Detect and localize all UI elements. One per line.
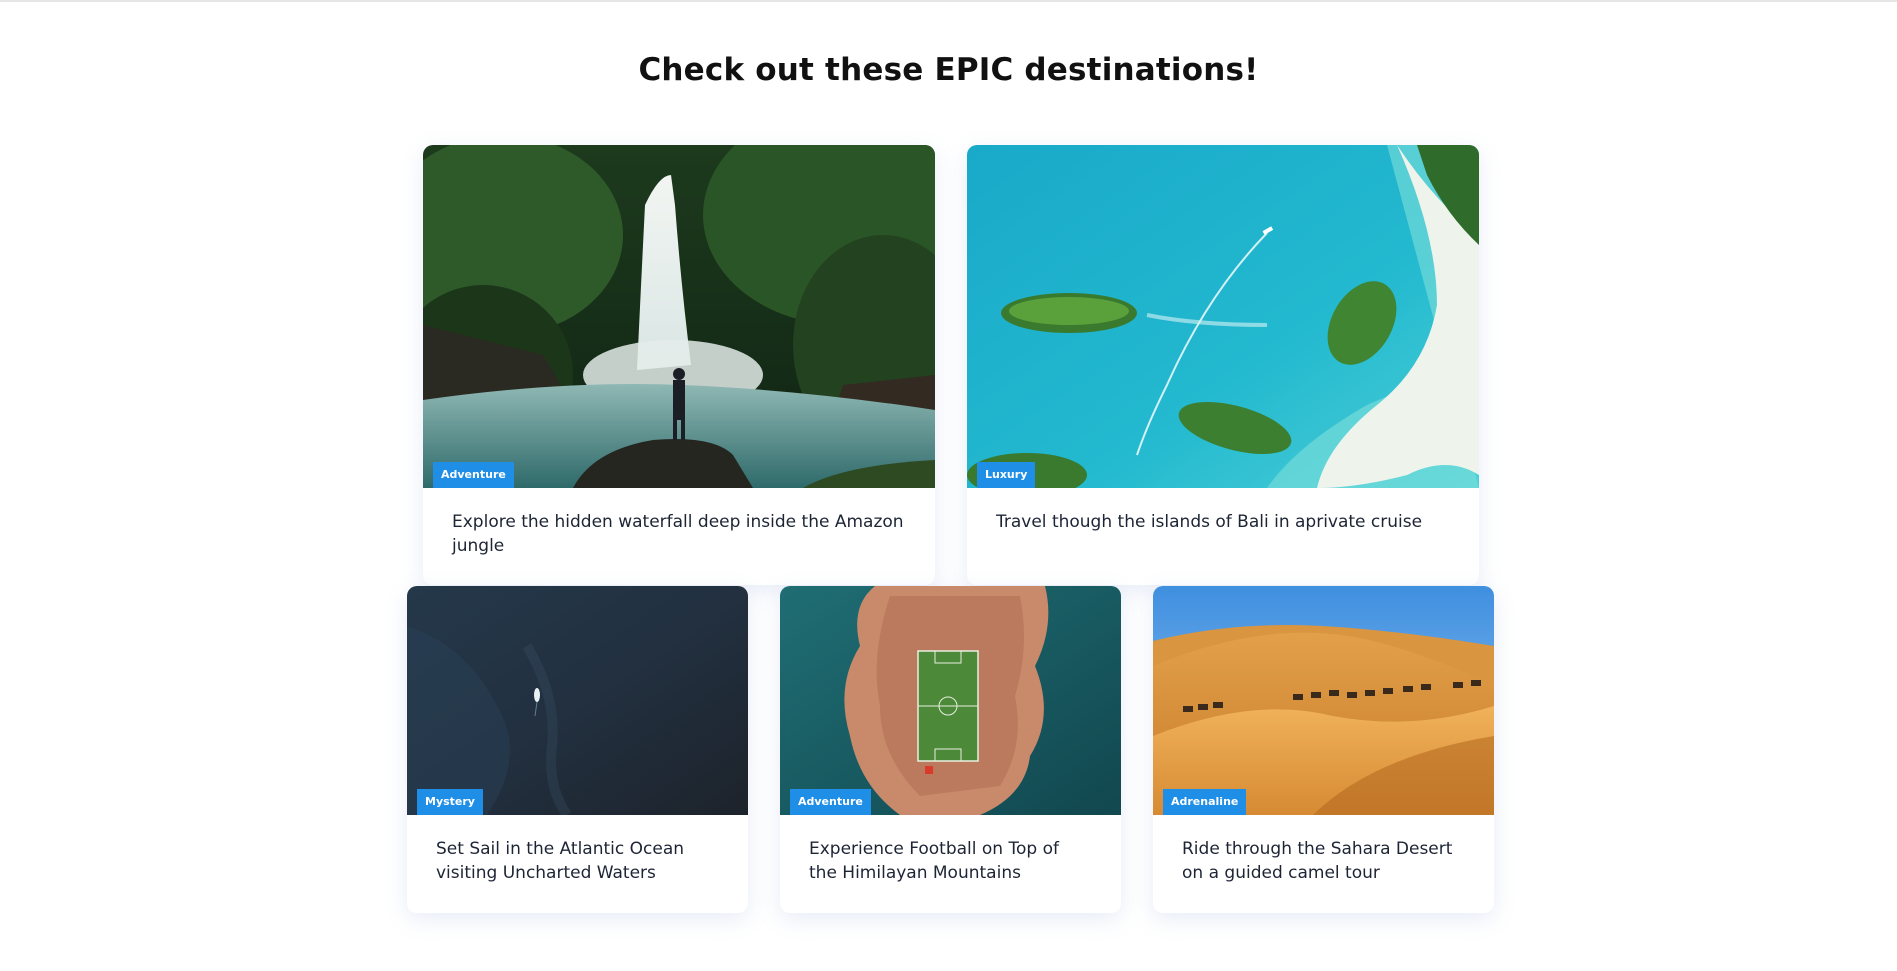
card-caption[interactable]: Explore the hidden waterfall deep inside… [423, 488, 935, 578]
football-field-image[interactable]: Adventure [780, 586, 1121, 815]
card-caption[interactable]: Ride through the Sahara Desert on a guid… [1153, 815, 1494, 905]
top-divider [0, 0, 1897, 2]
category-badge: Adventure [433, 462, 514, 488]
destination-card[interactable]: Adventure Experience Football on Top of … [780, 586, 1121, 913]
sahara-desert-image[interactable]: Adrenaline [1153, 586, 1494, 815]
category-badge: Adrenaline [1163, 789, 1247, 815]
card-caption[interactable]: Set Sail in the Atlantic Ocean visiting … [407, 815, 748, 905]
page-title: Check out these EPIC destinations! [638, 52, 1259, 88]
category-badge: Adventure [790, 789, 871, 815]
destination-card[interactable]: Adventure Explore the hidden waterfall d… [423, 145, 935, 585]
category-badge: Luxury [977, 462, 1036, 488]
card-caption[interactable]: Travel though the islands of Bali in apr… [967, 488, 1479, 554]
atlantic-ocean-image[interactable]: Mystery [407, 586, 748, 815]
waterfall-image[interactable]: Adventure [423, 145, 935, 488]
card-caption[interactable]: Experience Football on Top of the Himila… [780, 815, 1121, 905]
category-badge: Mystery [417, 789, 483, 815]
bali-islands-image[interactable]: Luxury [967, 145, 1479, 488]
destination-card[interactable]: Luxury Travel though the islands of Bali… [967, 145, 1479, 585]
destination-card[interactable]: Mystery Set Sail in the Atlantic Ocean v… [407, 586, 748, 913]
destination-card[interactable]: Adrenaline Ride through the Sahara Deser… [1153, 586, 1494, 913]
